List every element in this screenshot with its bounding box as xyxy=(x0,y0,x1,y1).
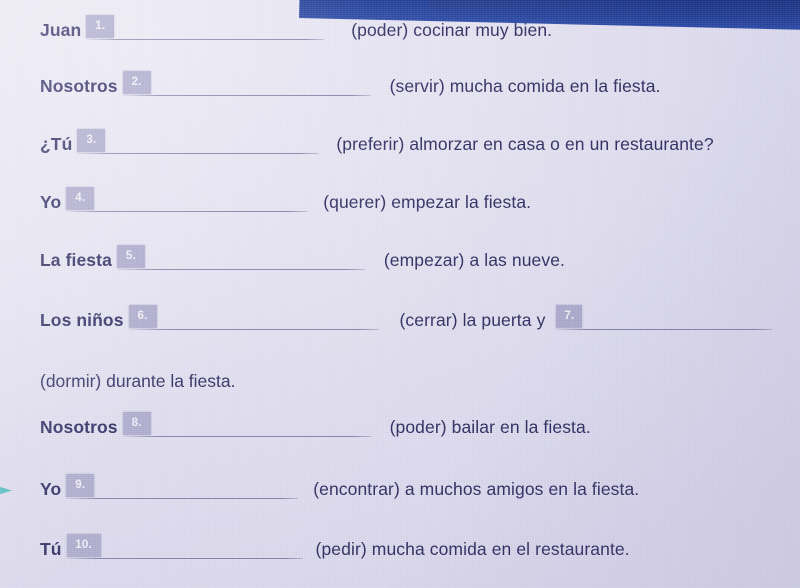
exercise-row-9: Yo 9. (encontrar) a muchos amigos en la … xyxy=(40,474,640,500)
question-number-badge: 4. xyxy=(66,187,95,210)
exercise-prompt: (cerrar) la puerta y xyxy=(399,310,546,330)
exercise-row-6: Los niños 6. (cerrar) la puerta y 7. xyxy=(40,305,773,331)
exercise-subject: La fiesta xyxy=(40,250,112,270)
exercise-prompt: (querer) empezar la fiesta. xyxy=(323,192,532,212)
blank-rule xyxy=(122,436,371,437)
exercise-row-1: Juan 1. (poder) cocinar muy bien. xyxy=(40,15,552,41)
blank-rule xyxy=(116,269,365,270)
question-number-badge: 10. xyxy=(66,534,101,557)
question-number-badge: 9. xyxy=(66,474,95,497)
exercise-prompt: (preferir) almorzar en casa o en un rest… xyxy=(336,134,714,154)
exercise-subject: Juan xyxy=(40,20,82,40)
exercise-prompt: (empezar) a las nueve. xyxy=(383,250,566,270)
blank-rule xyxy=(66,211,309,212)
blank-rule xyxy=(122,95,371,96)
blank-rule xyxy=(66,498,299,499)
question-number-badge: 1. xyxy=(86,15,115,38)
exercise-row-6-continuation: (dormir) durante la fiesta. xyxy=(40,371,236,391)
blank-rule xyxy=(86,39,325,40)
question-number-badge: 5. xyxy=(116,245,145,268)
exercise-subject: Nosotros xyxy=(40,76,118,96)
exercise-subject: Yo xyxy=(40,479,62,499)
worksheet-screenshot: Juan 1. (poder) cocinar muy bien. Nosotr… xyxy=(0,0,800,588)
exercise-row-2: Nosotros 2. (servir) mucha comida en la … xyxy=(40,71,661,97)
exercise-row-5: La fiesta 5. (empezar) a las nueve. xyxy=(40,245,566,271)
question-number-badge: 6. xyxy=(128,305,157,328)
exercise-subject: Nosotros xyxy=(40,417,118,437)
exercise-prompt: (poder) bailar en la fiesta. xyxy=(389,417,591,437)
exercise-prompt: (servir) mucha comida en la fiesta. xyxy=(389,76,661,96)
exercise-subject: ¿Tú xyxy=(40,134,73,154)
blank-rule xyxy=(128,329,379,330)
exercise-row-4: Yo 4. (querer) empezar la fiesta. xyxy=(40,187,532,213)
exercise-subject: Yo xyxy=(40,192,62,212)
blank-rule xyxy=(77,153,320,154)
exercise-row-3: ¿Tú 3. (preferir) almorzar en casa o en … xyxy=(40,129,714,155)
exercise-row-8: Nosotros 8. (poder) bailar en la fiesta. xyxy=(40,412,591,438)
exercise-prompt: (encontrar) a muchos amigos en la fiesta… xyxy=(313,479,640,499)
exercise-row-10: Tú 10. (pedir) mucha comida en el restau… xyxy=(40,534,630,560)
exercise-subject: Los niños xyxy=(40,310,124,330)
exercise-subject: Tú xyxy=(40,539,62,559)
exercise-prompt: (pedir) mucha comida en el restaurante. xyxy=(315,539,630,559)
question-number-badge: 8. xyxy=(122,412,151,435)
blank-rule xyxy=(66,558,303,559)
question-number-badge: 7. xyxy=(556,305,583,328)
question-number-badge: 3. xyxy=(77,129,106,152)
question-number-badge: 2. xyxy=(122,71,151,94)
blank-rule xyxy=(556,329,773,330)
worksheet-body: Juan 1. (poder) cocinar muy bien. Nosotr… xyxy=(0,0,800,588)
